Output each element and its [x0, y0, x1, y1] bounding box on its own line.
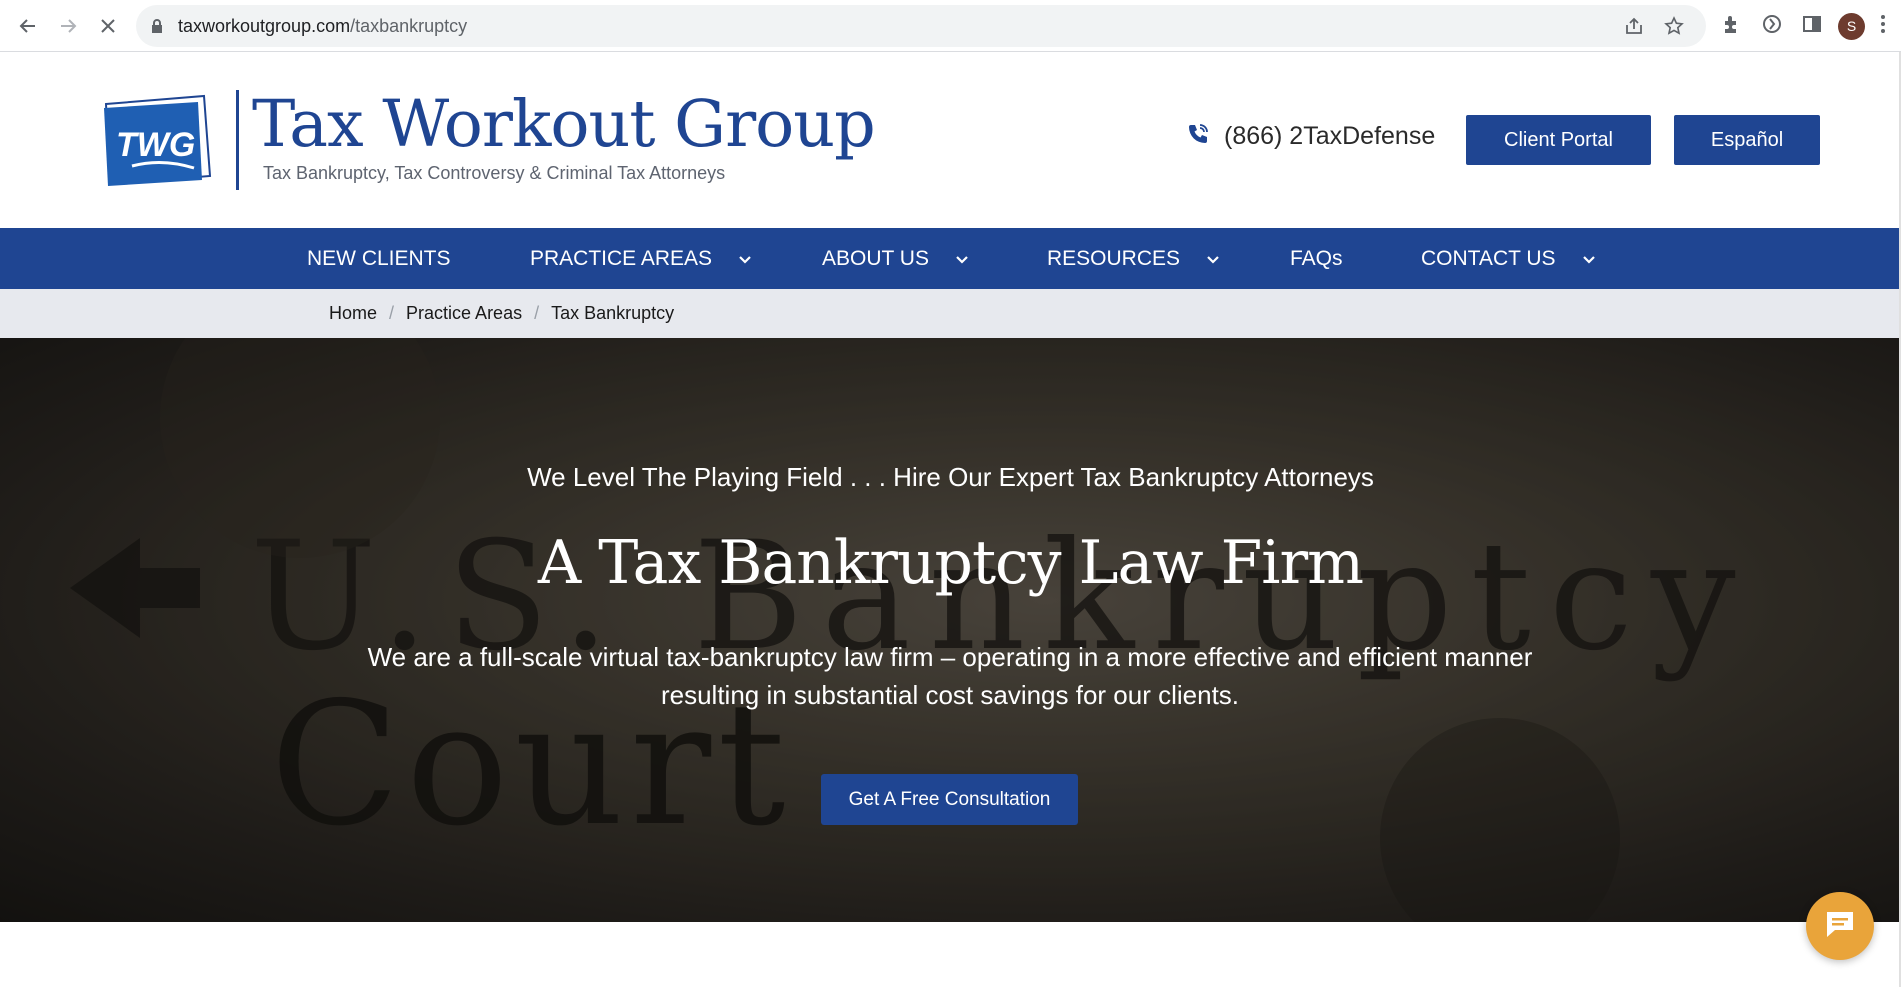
logo-badge-icon: TWG	[104, 94, 212, 186]
breadcrumb-separator: /	[389, 303, 395, 323]
address-url[interactable]: taxworkoutgroup.com/taxbankruptcy	[178, 5, 467, 47]
phone-link[interactable]: (866) 2TaxDefense	[1186, 122, 1435, 151]
forward-icon[interactable]	[54, 12, 82, 40]
nav-item-about-us[interactable]: ABOUT US	[822, 228, 969, 289]
lock-icon[interactable]	[150, 18, 164, 39]
hero-body: We are a full-scale virtual tax-bankrupt…	[367, 642, 1533, 710]
hero-kicker: We Level The Playing Field . . . Hire Ou…	[527, 462, 1374, 492]
hero-overlay	[0, 338, 1901, 922]
chevron-down-icon	[1206, 247, 1220, 271]
stop-loading-icon[interactable]	[94, 12, 122, 40]
nav-item-label: NEW CLIENTS	[307, 246, 451, 270]
breadcrumb-current: Tax Bankruptcy	[551, 303, 675, 323]
client-portal-button[interactable]: Client Portal	[1466, 115, 1651, 165]
logo-divider	[236, 90, 239, 190]
chat-bubble-icon	[1823, 908, 1857, 945]
extensions-icon[interactable]	[1721, 13, 1743, 35]
back-icon[interactable]	[14, 12, 42, 40]
phone-number: (866) 2TaxDefense	[1224, 122, 1436, 150]
breadcrumb-separator: /	[534, 303, 540, 323]
breadcrumb: Home / Practice Areas / Tax Bankruptcy	[0, 289, 1901, 338]
breadcrumb-home[interactable]: Home	[329, 303, 377, 324]
nav-item-label: RESOURCES	[1047, 246, 1181, 270]
chevron-down-icon	[738, 247, 752, 271]
share-icon[interactable]	[1624, 16, 1644, 36]
nav-item-label: PRACTICE AREAS	[530, 246, 713, 270]
nav-item-label: ABOUT US	[822, 246, 929, 270]
nav-item-new-clients[interactable]: NEW CLIENTS	[307, 228, 451, 289]
nav-item-label: FAQs	[1290, 246, 1343, 270]
profile-avatar[interactable]: S	[1838, 13, 1865, 40]
espanol-button[interactable]: Español	[1674, 115, 1820, 165]
main-navigation: NEW CLIENTS PRACTICE AREAS ABOUT US RESO…	[0, 228, 1901, 289]
free-consultation-button[interactable]: Get A Free Consultation	[821, 774, 1078, 825]
chat-widget-button[interactable]	[1806, 892, 1874, 960]
sync-icon[interactable]	[1761, 13, 1783, 35]
brand-tagline: Tax Bankruptcy, Tax Controversy & Crimin…	[263, 163, 726, 183]
hero-section: U.S. Bankruptcy Court We Level The Playi…	[0, 338, 1901, 922]
bookmark-star-icon[interactable]	[1664, 16, 1684, 36]
nav-item-practice-areas[interactable]: PRACTICE AREAS	[530, 228, 752, 289]
site-logo[interactable]: TWG	[102, 92, 218, 188]
logo-text: TWG	[116, 126, 195, 164]
browser-toolbar: taxworkoutgroup.com/taxbankruptcy S	[0, 0, 1901, 52]
breadcrumb-practice-areas[interactable]: Practice Areas	[406, 303, 522, 324]
chevron-down-icon	[955, 247, 969, 271]
hero-title: A Tax Bankruptcy Law Firm	[537, 528, 1364, 598]
nav-item-label: CONTACT US	[1421, 246, 1556, 270]
brand-name[interactable]: Tax Workout Group	[252, 87, 876, 163]
nav-item-contact-us[interactable]: CONTACT US	[1421, 228, 1596, 289]
menu-kebab-icon[interactable]	[1880, 13, 1890, 35]
side-panel-icon[interactable]	[1801, 13, 1823, 35]
phone-icon	[1186, 122, 1210, 151]
nav-item-faqs[interactable]: FAQs	[1290, 228, 1343, 289]
nav-item-resources[interactable]: RESOURCES	[1047, 228, 1220, 289]
address-bar[interactable]: taxworkoutgroup.com/taxbankruptcy	[136, 5, 1706, 47]
chevron-down-icon	[1582, 247, 1596, 271]
